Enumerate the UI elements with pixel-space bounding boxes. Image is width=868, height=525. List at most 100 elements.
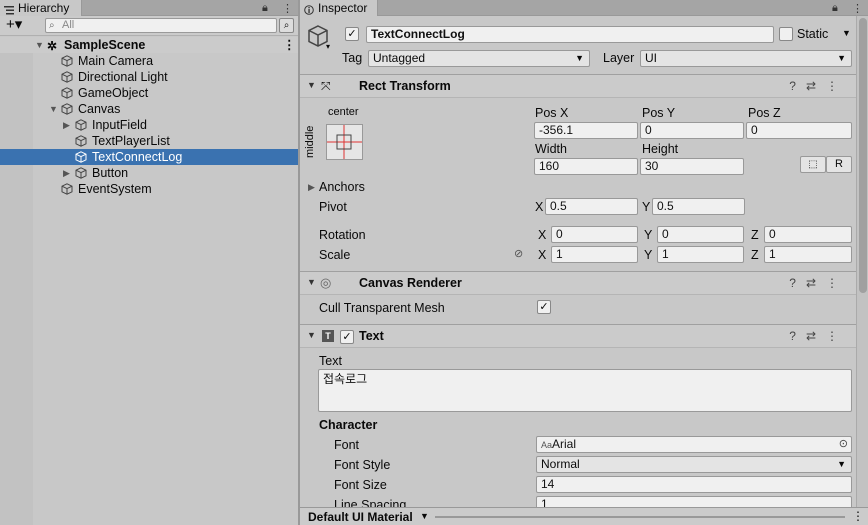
pos-y-label: Pos Y [642, 106, 676, 120]
gameobject-cube-icon [61, 87, 73, 99]
static-dropdown-icon[interactable]: ▼ [842, 28, 851, 38]
lock-icon[interactable]: 🔒︎ [832, 2, 838, 15]
item-label: Directional Light [78, 70, 168, 84]
character-section-label: Character [319, 418, 378, 432]
pos-z-input[interactable]: 0 [746, 122, 852, 139]
static-checkbox[interactable] [779, 27, 793, 41]
rotation-y-input[interactable]: 0 [657, 226, 744, 243]
layer-value: UI [645, 51, 657, 65]
fold-arrow-icon[interactable]: ▼ [307, 277, 316, 287]
gameobject-cube-icon [75, 167, 87, 179]
hierarchy-item-inputfield[interactable]: ▶ InputField [0, 117, 298, 133]
hierarchy-item-eventsystem[interactable]: EventSystem [0, 181, 298, 197]
inspector-tab[interactable]: Inspector [300, 0, 378, 16]
tag-dropdown[interactable]: Untagged ▼ [368, 50, 590, 67]
pivot-x-input[interactable]: 0.5 [545, 198, 638, 215]
font-style-dropdown[interactable]: Normal ▼ [536, 456, 852, 473]
font-size-input[interactable]: 14 [536, 476, 852, 493]
fold-arrow-icon[interactable]: ▼ [307, 330, 316, 340]
hierarchy-search-input[interactable]: ⌕ All [45, 18, 277, 33]
chevron-down-icon[interactable]: ▼ [420, 511, 429, 521]
component-title: Canvas Renderer [359, 276, 462, 290]
inspector-scrollbar[interactable] [856, 16, 868, 507]
item-label: InputField [92, 118, 147, 132]
anchors-label[interactable]: Anchors [319, 179, 365, 195]
component-header-icons[interactable]: ?⇄⋮ [789, 79, 848, 93]
hierarchy-item-textplayerlist[interactable]: TextPlayerList [0, 133, 298, 149]
material-preview-label[interactable]: Default UI Material [308, 510, 413, 524]
active-checkbox[interactable]: ✓ [345, 27, 359, 41]
pivot-y-input[interactable]: 0.5 [652, 198, 745, 215]
gameobject-cube-icon [75, 119, 87, 131]
preview-resize-handle[interactable] [435, 516, 845, 518]
rect-transform-header[interactable]: ▼ ⤧ Rect Transform ?⇄⋮ [300, 74, 856, 98]
scale-y-input[interactable]: 1 [657, 246, 744, 263]
constrain-proportions-icon[interactable]: ⊘ [514, 247, 523, 260]
scrollbar-thumb[interactable] [859, 18, 867, 293]
item-label: Button [92, 166, 129, 180]
anchor-preset-button[interactable] [326, 124, 363, 160]
scale-z-input[interactable]: 1 [764, 246, 852, 263]
cull-transparent-mesh-checkbox[interactable]: ✓ [537, 300, 551, 314]
hierarchy-item-gameobject[interactable]: GameObject [0, 85, 298, 101]
rotation-z-input[interactable]: 0 [764, 226, 852, 243]
component-header-icons[interactable]: ?⇄⋮ [789, 329, 848, 343]
hierarchy-item-canvas[interactable]: ▼ Canvas [0, 101, 298, 117]
expand-arrow-icon[interactable]: ▼ [35, 37, 44, 53]
gameobject-cube-icon [61, 103, 73, 115]
gameobject-cube-icon [75, 151, 87, 163]
lock-icon[interactable]: 🔒︎ [262, 2, 268, 15]
add-object-button[interactable]: +▾ [6, 16, 22, 34]
hierarchy-tabbar: Hierarchy 🔒︎ ⋮ [0, 0, 298, 16]
text-enabled-checkbox[interactable]: ✓ [340, 330, 354, 344]
collapsed-arrow-icon[interactable]: ▶ [63, 165, 70, 181]
layer-label: Layer [603, 51, 635, 65]
raw-edit-button[interactable]: R [826, 156, 852, 173]
width-input[interactable]: 160 [534, 158, 638, 175]
canvas-renderer-header[interactable]: ▼ ◎ Canvas Renderer ?⇄⋮ [300, 271, 856, 295]
z-label: Z [751, 248, 759, 262]
search-filter-icon[interactable]: ⌕ [279, 18, 294, 33]
scene-row[interactable]: ▼ ✲ SampleScene ⋮ [0, 37, 298, 53]
layer-dropdown[interactable]: UI ▼ [640, 50, 852, 67]
pos-y-input[interactable]: 0 [640, 122, 744, 139]
anchor-horizontal-label: center [328, 106, 359, 118]
hierarchy-item-main-camera[interactable]: Main Camera [0, 53, 298, 69]
more-menu-icon[interactable]: ⋮ [852, 2, 863, 15]
x-label: X [538, 248, 547, 262]
hierarchy-item-button[interactable]: ▶ Button [0, 165, 298, 181]
expand-arrow-icon[interactable]: ▼ [49, 101, 58, 117]
font-label: Font [334, 438, 360, 452]
hierarchy-panel: Hierarchy 🔒︎ ⋮ +▾ ⌕ All ⌕ ▼ ✲ SampleScen… [0, 0, 298, 525]
inspector-footer: Default UI Material ▼ ⋮ [300, 507, 868, 525]
component-header-icons[interactable]: ?⇄⋮ [789, 276, 848, 290]
hierarchy-toolbar: +▾ ⌕ All ⌕ [0, 16, 298, 36]
rect-transform-icon: ⤧ [321, 79, 331, 93]
component-title: Rect Transform [359, 79, 451, 93]
inspector-tab-label: Inspector [318, 1, 368, 15]
text-component-header[interactable]: ▼ T ✓ Text ?⇄⋮ [300, 324, 856, 348]
font-size-label: Font Size [334, 478, 387, 492]
collapsed-arrow-icon[interactable]: ▶ [63, 117, 70, 133]
item-label: GameObject [78, 86, 149, 100]
text-content-textarea[interactable]: 접속로그 [318, 369, 852, 412]
scene-menu-icon[interactable]: ⋮ [283, 37, 296, 53]
rotation-x-input[interactable]: 0 [551, 226, 638, 243]
object-picker-icon[interactable]: ⊙ [839, 437, 848, 452]
blueprint-mode-icon[interactable]: ⬚ [800, 156, 826, 173]
pos-x-input[interactable]: -356.1 [534, 122, 638, 139]
font-object-field[interactable]: AaArial ⊙ [536, 436, 852, 453]
more-menu-icon[interactable]: ⋮ [282, 2, 293, 15]
object-name-input[interactable]: TextConnectLog [366, 26, 774, 43]
gameobject-cube-icon [61, 55, 73, 67]
gameobject-cube-icon [61, 183, 73, 195]
height-input[interactable]: 30 [640, 158, 744, 175]
collapsed-arrow-icon[interactable]: ▶ [308, 182, 315, 193]
hierarchy-item-textconnectlog[interactable]: TextConnectLog [0, 149, 298, 165]
scale-x-input[interactable]: 1 [551, 246, 638, 263]
hierarchy-item-directional-light[interactable]: Directional Light [0, 69, 298, 85]
footer-menu-icon[interactable]: ⋮ [852, 509, 864, 523]
icon-dropdown-icon[interactable]: ▾ [326, 42, 330, 51]
fold-arrow-icon[interactable]: ▼ [307, 80, 316, 90]
hierarchy-tab[interactable]: Hierarchy [0, 0, 82, 16]
